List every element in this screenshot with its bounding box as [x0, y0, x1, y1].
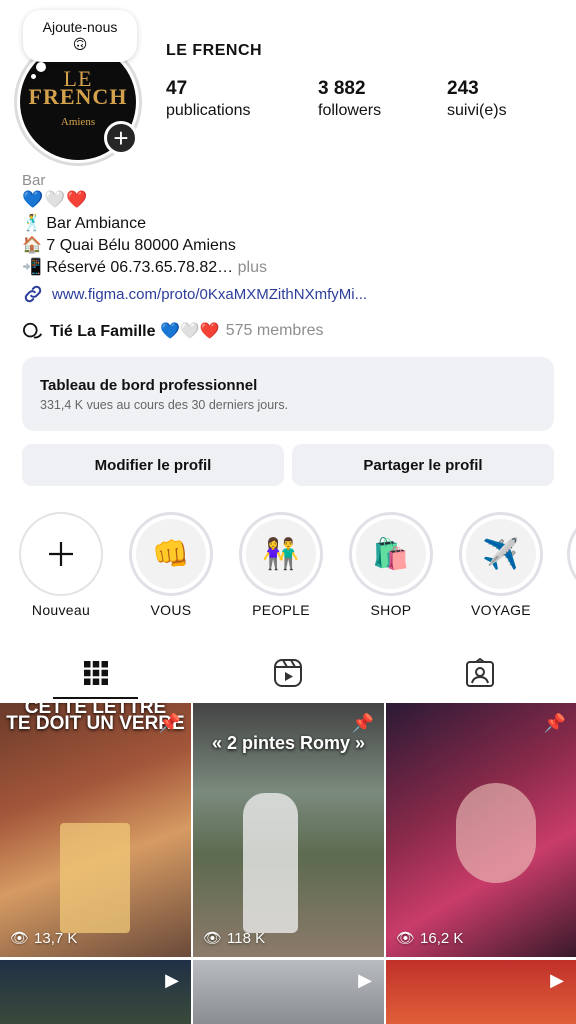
highlight-ring: ✈️ [459, 512, 543, 596]
post-tile[interactable]: ▶ [0, 960, 191, 1024]
note-tail-dot [36, 62, 46, 72]
reel-icon: ▶ [165, 970, 179, 990]
people-icon: 👫 [246, 519, 316, 589]
pin-icon: 📌 [543, 713, 566, 733]
eye-icon: 👁 [10, 930, 30, 947]
post-tile[interactable]: « 2 pintes Romy » 📌 👁 118 K [193, 703, 384, 957]
stat-value: 3 882 [318, 78, 366, 99]
stat-publications[interactable]: 47 publications [166, 78, 251, 120]
tagged-icon [466, 658, 494, 687]
post-tile[interactable]: ▶ [193, 960, 384, 1024]
stat-label: suivi(e)s [447, 102, 507, 119]
dashboard-subtitle: 331,4 K vues au cours des 30 derniers jo… [40, 398, 289, 412]
post-views: 👁 16,2 K [396, 929, 464, 948]
pin-icon: 📌 [351, 713, 374, 733]
post-tile[interactable]: 📌 👁 16,2 K [386, 703, 576, 957]
highlight-label: VOUS [150, 602, 192, 618]
highlight-label: VOYAGE [471, 602, 531, 618]
eye-icon: 👁 [203, 930, 223, 947]
stat-followers[interactable]: 3 882 followers [318, 78, 381, 120]
tab-reels[interactable] [192, 655, 384, 691]
edit-profile-button[interactable]: Modifier le profil [22, 444, 284, 486]
highlight-label: Nouveau [31, 602, 91, 618]
views-count: 16,2 K [420, 929, 464, 947]
highlight-ring [567, 512, 576, 596]
views-count: 118 K [227, 929, 266, 947]
plus-icon [49, 542, 73, 566]
highlight-vous[interactable]: 👊 VOUS [129, 512, 213, 618]
bio-hearts: 💙🤍❤️ [22, 190, 89, 209]
stat-following[interactable]: 243 suivi(e)s [447, 78, 507, 120]
more-link[interactable]: plus [238, 259, 267, 276]
views-count: 13,7 K [34, 929, 78, 947]
logo-text-main: FRENCH [28, 84, 128, 109]
highlight-more-partial[interactable] [567, 512, 576, 596]
website-link-text: www.figma.com/proto/0KxaMXMZithNXmfyMi..… [52, 285, 368, 303]
website-link[interactable]: www.figma.com/proto/0KxaMXMZithNXmfyMi..… [22, 283, 367, 305]
shopping-bags-icon: 🛍️ [356, 519, 426, 589]
reel-icon: ▶ [358, 970, 372, 990]
bio-line: 🏠 7 Quai Bélu 80000 Amiens [22, 237, 236, 254]
eye-icon: 👁 [396, 930, 416, 947]
airplane-icon: ✈️ [466, 519, 536, 589]
grid-icon [84, 661, 108, 685]
beer-glass-shape [60, 823, 130, 933]
tab-tagged[interactable] [384, 655, 576, 691]
bio-line-text: 📲 Réservé 06.73.65.78.82… [22, 259, 234, 276]
note-bubble[interactable]: Ajoute-nous 🙃 [23, 10, 137, 62]
note-text: Ajoute-nous [42, 19, 118, 35]
highlight-shop[interactable]: 🛍️ SHOP [349, 512, 433, 618]
post-views: 👁 13,7 K [10, 929, 78, 948]
note-emoji: 🙃 [72, 36, 88, 52]
add-story-button[interactable]: + [104, 121, 138, 155]
professional-dashboard[interactable]: Tableau de bord professionnel 331,4 K vu… [22, 357, 554, 431]
pin-icon: 📌 [158, 713, 181, 733]
stat-value: 243 [447, 78, 479, 99]
category-label: Bar [22, 172, 46, 189]
bio-line: 🕺 Bar Ambiance [22, 215, 146, 232]
highlight-ring: 🛍️ [349, 512, 433, 596]
post-views: 👁 118 K [203, 929, 266, 948]
person-shape [243, 793, 298, 933]
fist-icon: 👊 [136, 519, 206, 589]
channel-icon [23, 322, 43, 339]
post-tile[interactable]: ▶ [386, 960, 576, 1024]
highlight-label: PEOPLE [252, 602, 310, 618]
tab-posts[interactable] [0, 655, 192, 691]
highlight-new[interactable]: Nouveau [19, 512, 103, 618]
stat-label: publications [166, 102, 251, 119]
highlight-people[interactable]: 👫 PEOPLE [239, 512, 323, 618]
reel-icon: ▶ [550, 970, 564, 990]
face-shape [456, 783, 536, 883]
stat-label: followers [318, 102, 382, 119]
note-tail-dot [31, 74, 36, 79]
highlight-label: SHOP [370, 602, 412, 618]
stat-value: 47 [166, 78, 188, 99]
username: LE FRENCH [166, 42, 263, 59]
reels-icon [274, 659, 302, 687]
share-profile-button[interactable]: Partager le profil [292, 444, 554, 486]
active-tab-indicator [53, 697, 138, 699]
post-caption: « 2 pintes Romy » [211, 733, 366, 753]
highlight-voyage[interactable]: ✈️ VOYAGE [459, 512, 543, 618]
highlight-ring: 👊 [129, 512, 213, 596]
highlight-ring [19, 512, 103, 596]
link-icon [24, 285, 42, 303]
dashboard-title: Tableau de bord professionnel [40, 377, 258, 394]
broadcast-channel[interactable]: Tié La Famille 💙🤍❤️ 575 membres [22, 321, 324, 341]
highlight-ring: 👫 [239, 512, 323, 596]
bio-line: 📲 Réservé 06.73.65.78.82… plus [22, 257, 267, 277]
channel-name: Tié La Famille 💙🤍❤️ [50, 323, 220, 340]
plus-icon: + [113, 123, 129, 153]
channel-members: 575 membres [225, 322, 324, 339]
post-tile[interactable]: CETTE LETTRE TE DOIT UN VERRE 📌 👁 13,7 K [0, 703, 191, 957]
